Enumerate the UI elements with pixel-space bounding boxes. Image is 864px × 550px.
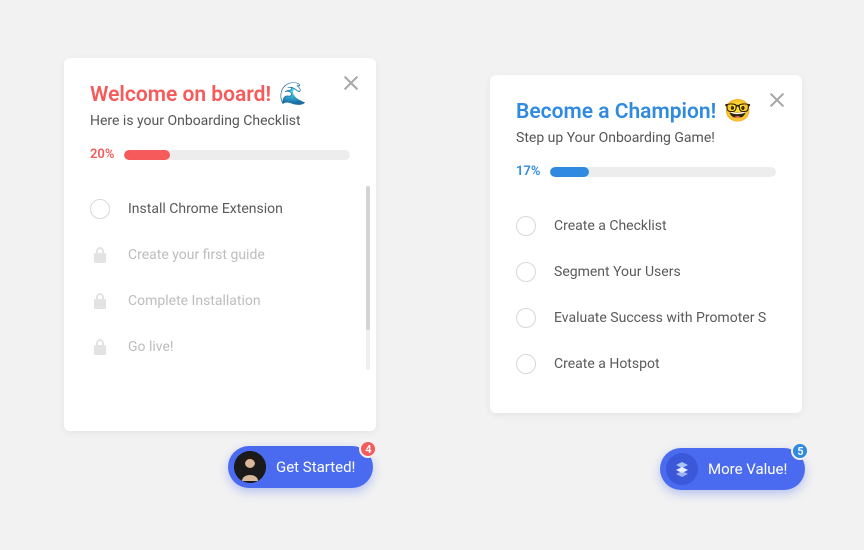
close-icon[interactable] xyxy=(768,91,786,109)
item-label: Create a Hotspot xyxy=(554,356,660,372)
avatar xyxy=(234,451,266,483)
item-label: Go live! xyxy=(128,339,174,355)
progress-fill xyxy=(124,150,169,160)
progress-row: 20% xyxy=(90,147,350,162)
wave-icon: 🌊 xyxy=(279,82,306,107)
scrollbar-thumb[interactable] xyxy=(366,186,370,330)
scrollbar[interactable] xyxy=(366,186,370,370)
list-item[interactable]: Install Chrome Extension xyxy=(90,186,344,232)
progress-fill xyxy=(550,167,588,177)
get-started-button[interactable]: Get Started! 4 xyxy=(228,446,373,488)
item-label: Create your first guide xyxy=(128,247,265,263)
list-item[interactable]: Create a Hotspot xyxy=(516,341,770,387)
checklist: Install Chrome Extension Create your fir… xyxy=(90,186,350,370)
item-label: Segment Your Users xyxy=(554,264,681,280)
item-label: Complete Installation xyxy=(128,293,261,309)
card-subtitle: Here is your Onboarding Checklist xyxy=(90,113,350,129)
checkbox-icon xyxy=(516,354,536,374)
item-label: Evaluate Success with Promoter S xyxy=(554,310,766,326)
close-icon[interactable] xyxy=(342,74,360,92)
checkbox-icon xyxy=(516,262,536,282)
checkbox-icon xyxy=(516,308,536,328)
progress-bar xyxy=(550,167,776,177)
card-title-text: Become a Champion! xyxy=(516,100,716,124)
checkbox-icon xyxy=(516,216,536,236)
onboarding-card: Welcome on board! 🌊 Here is your Onboard… xyxy=(64,58,376,431)
card-subtitle: Step up Your Onboarding Game! xyxy=(516,130,776,146)
item-label: Install Chrome Extension xyxy=(128,201,283,217)
notification-badge: 4 xyxy=(359,440,377,458)
lock-icon xyxy=(90,337,110,357)
progress-percent: 17% xyxy=(516,164,540,179)
list-item[interactable]: Segment Your Users xyxy=(516,249,770,295)
nerd-icon: 🤓 xyxy=(724,99,751,124)
list-item: Complete Installation xyxy=(90,278,344,324)
list-item: Go live! xyxy=(90,324,344,370)
card-title-text: Welcome on board! xyxy=(90,83,271,107)
layers-icon xyxy=(666,453,698,485)
list-item[interactable]: Evaluate Success with Promoter S xyxy=(516,295,770,341)
progress-row: 17% xyxy=(516,164,776,179)
pill-label: More Value! xyxy=(708,460,787,478)
checklist: Create a Checklist Segment Your Users Ev… xyxy=(516,203,776,387)
lock-icon xyxy=(90,245,110,265)
item-label: Create a Checklist xyxy=(554,218,667,234)
notification-badge: 5 xyxy=(791,442,809,460)
lock-icon xyxy=(90,291,110,311)
card-title: Become a Champion! 🤓 xyxy=(516,99,776,124)
list-item[interactable]: Create a Checklist xyxy=(516,203,770,249)
pill-label: Get Started! xyxy=(276,458,355,476)
checkbox-icon xyxy=(90,199,110,219)
progress-bar xyxy=(124,150,350,160)
list-item: Create your first guide xyxy=(90,232,344,278)
progress-percent: 20% xyxy=(90,147,114,162)
card-title: Welcome on board! 🌊 xyxy=(90,82,350,107)
more-value-button[interactable]: More Value! 5 xyxy=(660,448,805,490)
champion-card: Become a Champion! 🤓 Step up Your Onboar… xyxy=(490,75,802,413)
